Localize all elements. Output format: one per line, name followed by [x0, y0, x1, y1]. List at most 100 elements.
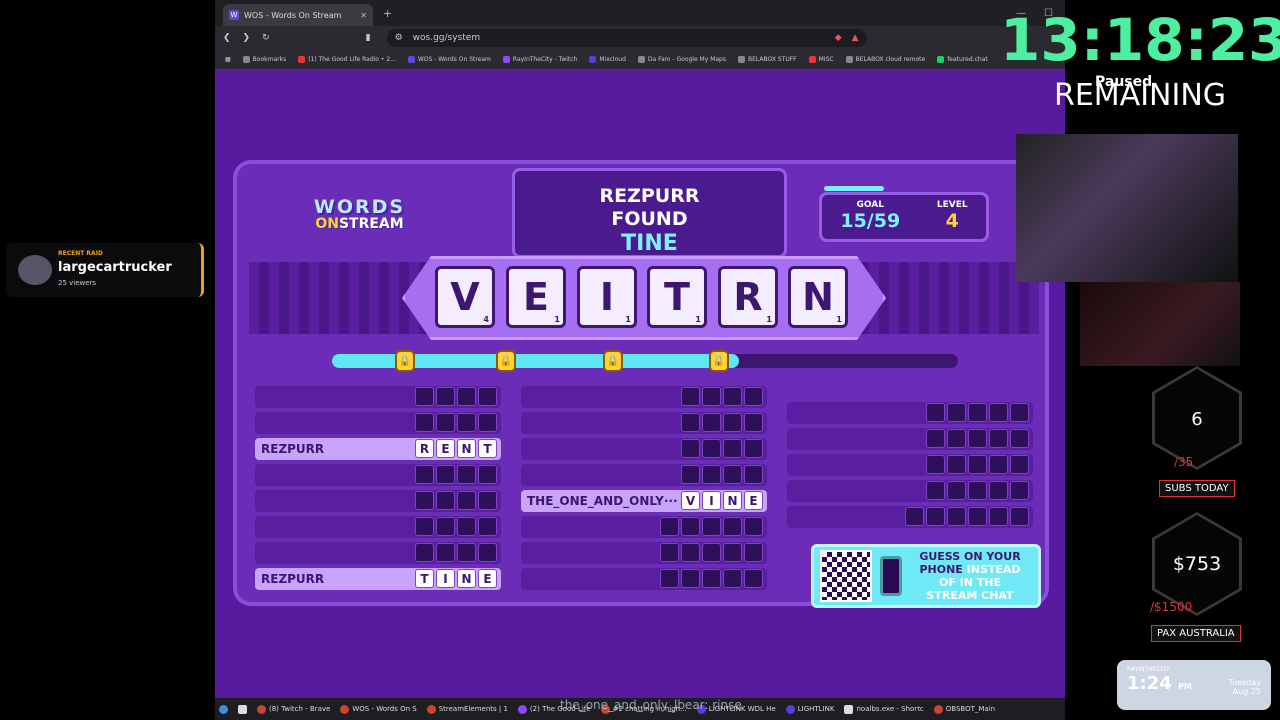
taskbar-item[interactable]: [219, 704, 228, 714]
qr-code[interactable]: [820, 550, 872, 602]
letter-tile: N1: [788, 266, 848, 328]
letter-slot: [926, 403, 945, 422]
letter-slot: T: [415, 569, 434, 588]
letter-slot: [681, 465, 700, 484]
word-row: [521, 386, 767, 408]
letter-slot: [947, 429, 966, 448]
level-label: LEVEL: [936, 200, 968, 210]
word-row: [787, 428, 1033, 450]
subs-goal: /35: [1174, 455, 1194, 469]
letter-slot: [723, 413, 742, 432]
site-info-icon[interactable]: ⚙: [395, 33, 403, 43]
bookmark-item[interactable]: BELABOX STUFF: [737, 56, 797, 63]
letter-slot: [415, 543, 434, 562]
subs-today-tag: SUBS TODAY: [1159, 480, 1235, 497]
raid-label: RECENT RAID: [58, 250, 103, 257]
letter-slot: [968, 403, 987, 422]
letter-slot: [744, 543, 763, 562]
letter-slot: [723, 517, 742, 536]
letter-slot: E: [436, 439, 455, 458]
bookmark-item[interactable]: RayInTheCity - Twitch: [502, 56, 577, 63]
lock-icon: 🔒: [603, 350, 623, 372]
logo-words: WORDS: [313, 196, 406, 218]
bookmark-item[interactable]: Bookmarks: [242, 56, 286, 63]
taskbar-item[interactable]: (8) Twitch - Brave: [257, 704, 330, 714]
letter-slot: [436, 543, 455, 562]
word-row: [255, 412, 501, 434]
goal-level-panel: GOAL 15/59 LEVEL 4: [819, 192, 989, 242]
bookmark-item[interactable]: WOS - Words On Stream: [407, 56, 491, 63]
taskbar-item[interactable]: OBSBOT_Main: [933, 704, 995, 714]
letter-slot: [723, 465, 742, 484]
room-camera-feed: [1080, 282, 1240, 366]
taskbar-item[interactable]: StreamElements | 1: [426, 704, 508, 714]
letter-slot: [415, 387, 434, 406]
letter-slot: [702, 413, 721, 432]
subs-value: 6: [1191, 409, 1203, 430]
letter-slot: [457, 413, 476, 432]
subathon-timer: 13:18:23: [1000, 6, 1280, 74]
letter-slot: [681, 439, 700, 458]
taskbar-item[interactable]: LIGHTLINK: [785, 704, 834, 714]
close-tab-icon[interactable]: ✕: [360, 11, 367, 20]
letter-slot: [436, 387, 455, 406]
bookmark-item[interactable]: BELABOX cloud remote: [845, 56, 925, 63]
letter-slot: [989, 455, 1008, 474]
game-board: WORDS ONSTREAM REZPURR FOUND TINE GOAL 15…: [233, 160, 1049, 608]
round-progress-bar: [332, 354, 958, 368]
forward-button[interactable]: ❯: [243, 33, 251, 43]
donation-goal-tag: PAX AUSTRALIA: [1151, 625, 1241, 642]
letter-slot: [723, 569, 742, 588]
brave-shield-icon[interactable]: ◆: [835, 33, 842, 43]
new-tab-button[interactable]: +: [383, 7, 392, 20]
letter-slot: E: [478, 569, 497, 588]
letter-slot: [744, 413, 763, 432]
bookmark-item[interactable]: Mixcloud: [589, 56, 626, 63]
solved-word-row: THE_ONE_AND_ONLY··· V I N E: [521, 490, 767, 512]
brave-rewards-icon[interactable]: ▲: [852, 33, 859, 43]
bookmarks-bar: ▦ Bookmarks (1) The Good Life Radio • 2.…: [215, 50, 1065, 70]
letter-tile: T1: [647, 266, 707, 328]
letter-slot: [723, 387, 742, 406]
goal-value: 15/59: [840, 210, 901, 232]
letter-slot: [478, 465, 497, 484]
reload-button[interactable]: ↻: [262, 33, 270, 43]
letter-slot: [1010, 403, 1029, 422]
taskbar-item[interactable]: [238, 704, 247, 714]
letter-slot: I: [702, 491, 721, 510]
letter-slot: [1010, 455, 1029, 474]
bookmark-item[interactable]: MISC: [808, 56, 834, 63]
tab-wos[interactable]: W WOS - Words On Stream ✕: [223, 4, 373, 26]
phone-icon: [880, 556, 902, 596]
back-button[interactable]: ❮: [223, 33, 231, 43]
bookmark-item[interactable]: (1) The Good Life Radio • 2...: [298, 56, 396, 63]
qr-callout[interactable]: GUESS ON YOUR PHONE INSTEAD OF IN THE ST…: [811, 544, 1041, 608]
bookmark-item[interactable]: featured.chat: [937, 56, 988, 63]
letter-slot: R: [415, 439, 434, 458]
apps-icon[interactable]: ▦: [225, 56, 231, 63]
wos-favicon-icon: W: [229, 10, 239, 20]
raider-name: largecartrucker: [58, 260, 172, 275]
letter-slot: [702, 569, 721, 588]
letter-slot: [457, 491, 476, 510]
letter-slot: [744, 517, 763, 536]
letter-slot: [926, 507, 945, 526]
letter-slot: [478, 517, 497, 536]
taskbar-item[interactable]: noalbs.exe - Shortc: [844, 704, 924, 714]
found-word: TINE: [621, 231, 678, 256]
taskbar-item[interactable]: WOS - Words On S: [340, 704, 417, 714]
letter-slot: [436, 465, 455, 484]
letter-slot: [457, 543, 476, 562]
letter-slot: [1010, 507, 1029, 526]
bookmark-item[interactable]: Da Fam - Google My Maps: [637, 56, 726, 63]
letter-slot: [947, 403, 966, 422]
letter-slot: E: [744, 491, 763, 510]
bookmark-icon[interactable]: ▮: [366, 33, 371, 43]
letter-slot: [926, 455, 945, 474]
url-text: wos.gg/system: [412, 33, 481, 43]
url-field[interactable]: ⚙ wos.gg/system ◆ ▲: [386, 29, 867, 47]
tab-bar: W WOS - Words On Stream ✕ + — ☐: [215, 0, 1065, 26]
letter-slot: [681, 517, 700, 536]
goal-label: GOAL: [856, 200, 885, 210]
letter-slot: [478, 491, 497, 510]
